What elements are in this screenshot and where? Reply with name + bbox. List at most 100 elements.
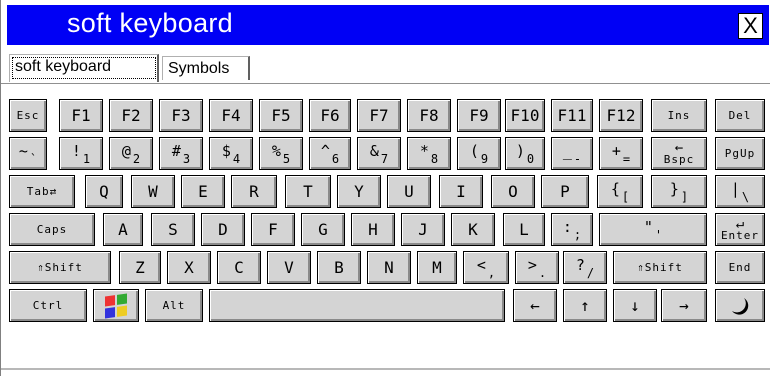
title-bar[interactable]: soft keyboard X [7, 5, 769, 45]
g-key[interactable]: G [301, 213, 345, 246]
pipe-key[interactable]: | \ [715, 175, 765, 208]
percent-key[interactable]: % 5 [259, 137, 303, 170]
del-key[interactable]: Del [715, 99, 765, 132]
f1-key[interactable]: F1 [59, 99, 103, 132]
key-base-label: 0 [526, 151, 535, 166]
close-button[interactable]: X [738, 13, 763, 39]
key-base-label: / [586, 265, 595, 280]
backspace-arrow-icon: ← [674, 139, 684, 156]
f6-key[interactable]: F6 [309, 99, 351, 132]
question-key[interactable]: ? / [563, 251, 607, 284]
key-label: A [118, 220, 128, 239]
f7-key[interactable]: F7 [357, 99, 401, 132]
lbrace-key[interactable]: {[ [597, 175, 643, 208]
f-key[interactable]: F [251, 213, 295, 246]
at-key[interactable]: @2 [109, 137, 153, 170]
key-label: F [268, 220, 278, 239]
r-key[interactable]: R [231, 175, 277, 208]
m-key[interactable]: M [417, 251, 457, 284]
f9-key[interactable]: F9 [457, 99, 501, 132]
underscore-key[interactable]: _ - [551, 137, 593, 170]
x-key[interactable]: X [167, 251, 211, 284]
k-key[interactable]: K [451, 213, 495, 246]
tab-key[interactable]: Tab⇄ [9, 175, 75, 208]
q-key[interactable]: Q [85, 175, 123, 208]
up-arrow-key[interactable]: ↑ [563, 289, 607, 322]
bspc-key[interactable]: ← Bspc [651, 137, 707, 170]
h-key[interactable]: H [351, 213, 395, 246]
colon-key[interactable]: :; [551, 213, 593, 246]
ins-key[interactable]: Ins [651, 99, 707, 132]
tab-bar: soft keyboard Symbols [1, 52, 770, 82]
windows-key[interactable] [93, 289, 139, 322]
w-key[interactable]: W [131, 175, 175, 208]
key-label: E [198, 182, 208, 201]
enter-key[interactable]: ↵ Enter [715, 213, 765, 246]
ctrl-key[interactable]: Ctrl [9, 289, 87, 322]
ampersand-key[interactable]: & 7 [357, 137, 401, 170]
f4-key[interactable]: F4 [209, 99, 253, 132]
l-key[interactable]: L [503, 213, 545, 246]
plus-key[interactable]: + = [599, 137, 643, 170]
d-key[interactable]: D [201, 213, 245, 246]
tab-symbols[interactable]: Symbols [162, 56, 250, 80]
esc-key[interactable]: Esc [9, 99, 47, 132]
o-key[interactable]: O [491, 175, 535, 208]
f10-key[interactable]: F10 [505, 99, 545, 132]
caret-key[interactable]: ^ 6 [309, 137, 351, 170]
asterisk-key[interactable]: * 8 [407, 137, 451, 170]
p-key[interactable]: P [541, 175, 589, 208]
lparen-key[interactable]: (9 [457, 137, 501, 170]
key-label: Del [728, 109, 752, 122]
pgup-key[interactable]: PgUp [715, 137, 765, 170]
greater-than-key[interactable]: >. [515, 251, 559, 284]
s-key[interactable]: S [151, 213, 195, 246]
f5-key[interactable]: F5 [259, 99, 303, 132]
alt-key[interactable]: Alt [145, 289, 203, 322]
key-shift-label: ( [469, 141, 479, 160]
e-key[interactable]: E [181, 175, 225, 208]
key-label: F3 [171, 106, 191, 125]
down-arrow-key[interactable]: ↓ [613, 289, 657, 322]
key-label: ↑ [580, 296, 590, 315]
moon-key[interactable] [715, 289, 765, 322]
key-label: F6 [320, 106, 340, 125]
enter-arrow-icon: ↵ [735, 215, 745, 232]
dollar-key[interactable]: $4 [209, 137, 253, 170]
t-key[interactable]: T [285, 175, 331, 208]
exclaim-key[interactable]: ! 1 [59, 137, 103, 170]
key-shift-label: * [419, 141, 429, 160]
left-arrow-key[interactable]: ← [513, 289, 557, 322]
f12-key[interactable]: F12 [599, 99, 643, 132]
key-label: F8 [419, 106, 439, 125]
rparen-key[interactable]: ) 0 [505, 137, 545, 170]
z-key[interactable]: Z [119, 251, 161, 284]
y-key[interactable]: Y [337, 175, 381, 208]
quote-key[interactable]: " ' [599, 213, 707, 246]
end-key[interactable]: End [715, 251, 765, 284]
space-key[interactable] [209, 289, 505, 322]
tab-soft-keyboard[interactable]: soft keyboard [9, 54, 159, 82]
f11-key[interactable]: F11 [551, 99, 593, 132]
key-base-label: 4 [232, 151, 241, 166]
right-arrow-key[interactable]: → [661, 289, 707, 322]
c-key[interactable]: C [217, 251, 261, 284]
j-key[interactable]: J [401, 213, 445, 246]
shift-key[interactable]: ⇑Shift [613, 251, 707, 284]
less-than-key[interactable]: <, [463, 251, 509, 284]
f2-key[interactable]: F2 [109, 99, 153, 132]
caps-key[interactable]: Caps [9, 213, 95, 246]
f8-key[interactable]: F8 [407, 99, 451, 132]
rbrace-key[interactable]: }] [651, 175, 707, 208]
u-key[interactable]: U [387, 175, 431, 208]
v-key[interactable]: V [267, 251, 311, 284]
a-key[interactable]: A [103, 213, 143, 246]
tilde-key[interactable]: ~ ` [9, 137, 47, 170]
n-key[interactable]: N [367, 251, 411, 284]
i-key[interactable]: I [439, 175, 483, 208]
hash-key[interactable]: #3 [159, 137, 203, 170]
key-base-label: 7 [380, 151, 389, 166]
f3-key[interactable]: F3 [159, 99, 203, 132]
b-key[interactable]: B [317, 251, 361, 284]
shift-key[interactable]: ⇑Shift [9, 251, 111, 284]
